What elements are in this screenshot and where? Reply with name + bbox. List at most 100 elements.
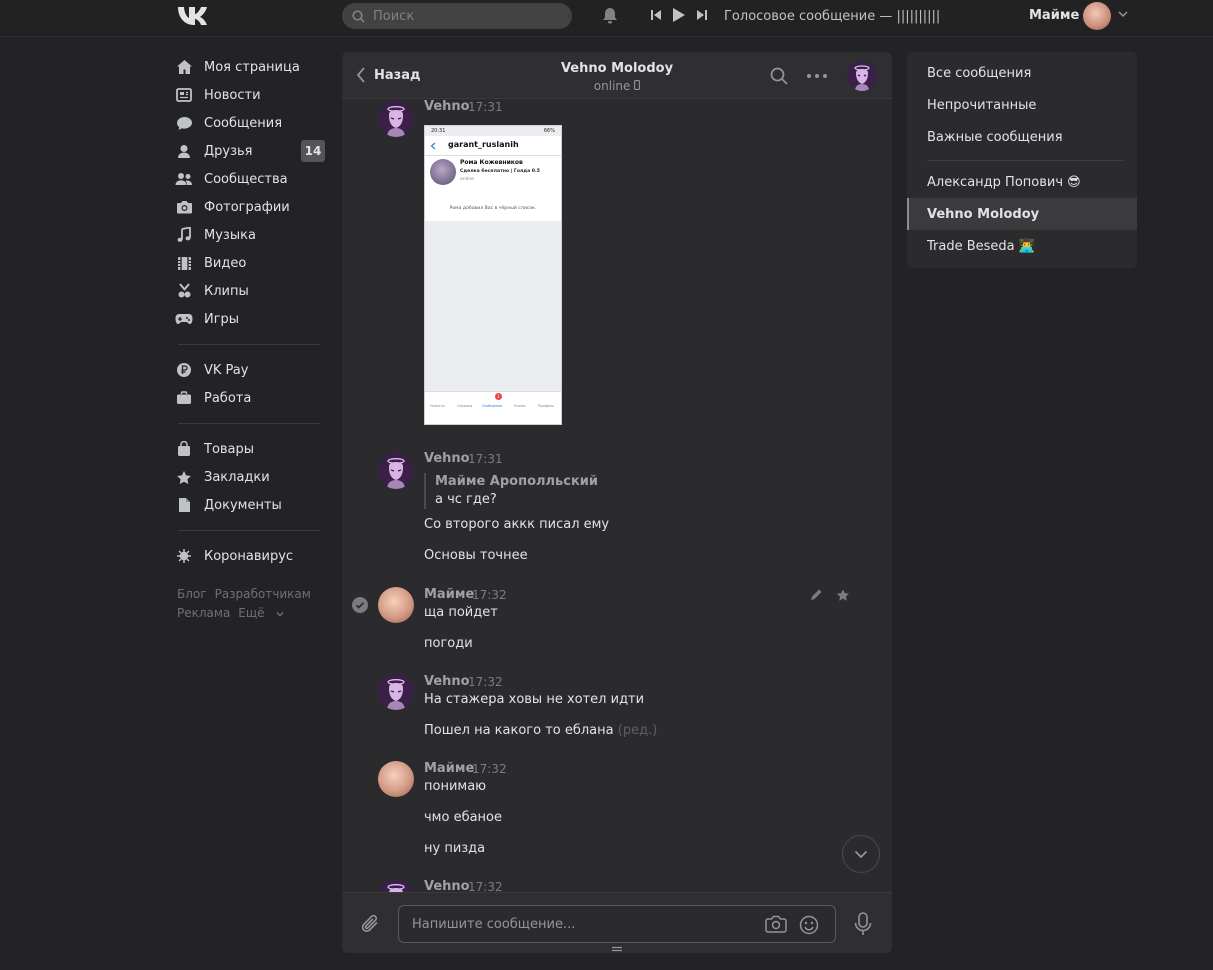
nav-label: Игры xyxy=(204,311,240,327)
nav-item-messages[interactable]: Сообщения xyxy=(175,109,325,137)
nav-label: Сообщества xyxy=(204,171,288,187)
sidebar-footer: Блог Разработчикам Реклама Ещё xyxy=(177,585,327,623)
search-icon[interactable] xyxy=(770,67,788,85)
shot-profile-status: online xyxy=(460,177,475,182)
nav-item-goods[interactable]: Товары xyxy=(175,435,325,463)
friends-count-badge: 14 xyxy=(301,140,325,162)
news-icon xyxy=(176,88,192,102)
camera-icon xyxy=(176,201,192,214)
avatar[interactable] xyxy=(378,453,414,489)
nav-item-coronavirus[interactable]: Коронавирус xyxy=(175,542,325,570)
user-name[interactable]: Майме xyxy=(1029,8,1079,23)
next-icon[interactable] xyxy=(696,9,708,21)
nav-item-photos[interactable]: Фотографии xyxy=(175,193,325,221)
message-group: Vehno 17:31 Майме Арополльский а чс где?… xyxy=(342,451,892,571)
quoted-message[interactable]: Майме Арополльский а чс где? xyxy=(424,473,598,509)
nav-item-news[interactable]: Новости xyxy=(175,81,325,109)
shot-back-icon xyxy=(430,142,436,150)
nav-item-games[interactable]: Игры xyxy=(175,305,325,333)
player-track-title[interactable]: Голосовое сообщение — ||||||||||||||||..… xyxy=(724,9,939,24)
nav-item-communities[interactable]: Сообщества xyxy=(175,165,325,193)
nav-item-bookmarks[interactable]: Закладки xyxy=(175,463,325,491)
image-attachment[interactable]: 20:31 66% garant_ruslanih Рома Кожевнико… xyxy=(424,125,562,425)
message-time[interactable]: 17:31 xyxy=(468,100,503,114)
scroll-down-button[interactable] xyxy=(842,835,880,873)
message-time[interactable]: 17:31 xyxy=(468,452,503,466)
menu-important[interactable]: Важные сообщения xyxy=(907,121,1137,153)
footer-link-blog[interactable]: Блог xyxy=(177,587,207,601)
message-history[interactable]: Vehno 17:31 20:31 66% garant_ruslanih Ро… xyxy=(342,99,892,892)
nav-item-friends[interactable]: Друзья 14 xyxy=(175,137,325,165)
avatar[interactable] xyxy=(378,587,414,623)
footer-more-label: Ещё xyxy=(238,606,265,620)
nav-item-documents[interactable]: Документы xyxy=(175,491,325,519)
left-sidebar: Моя страница Новости Сообщения Друзья 14 … xyxy=(175,53,325,570)
shot-profile-sub: Сделка бесплатно | Голда 0.5 xyxy=(460,169,540,174)
chat-status-text: online xyxy=(593,79,631,93)
message-author[interactable]: Vehno xyxy=(424,99,470,114)
nav-item-work[interactable]: Работа xyxy=(175,384,325,412)
message-author[interactable]: Vehno xyxy=(424,451,470,466)
chat-avatar[interactable] xyxy=(847,61,877,91)
shot-tabbar: Новости Сервисы Сообщения Клипы Профиль … xyxy=(425,391,561,411)
message-author[interactable]: Vehno xyxy=(424,879,470,892)
edited-label[interactable]: (ред.) xyxy=(618,723,658,738)
footer-link-ads[interactable]: Реклама xyxy=(177,606,230,620)
message-input[interactable]: Напишите сообщение... xyxy=(398,905,836,943)
nav-item-my-page[interactable]: Моя страница xyxy=(175,53,325,81)
avatar[interactable] xyxy=(378,674,414,710)
message-time[interactable]: 17:32 xyxy=(472,588,507,602)
nav-item-clips[interactable]: Клипы xyxy=(175,277,325,305)
footer-link-more[interactable]: Ещё xyxy=(238,606,284,620)
menu-unread[interactable]: Непрочитанные xyxy=(907,89,1137,121)
message-author[interactable]: Майме xyxy=(424,587,474,602)
nav-label: Коронавирус xyxy=(204,548,294,564)
message-text: ща пойдет xyxy=(424,605,498,620)
more-icon[interactable] xyxy=(807,74,827,78)
prev-icon[interactable] xyxy=(650,9,662,21)
footer-link-dev[interactable]: Разработчикам xyxy=(215,587,311,601)
message-author[interactable]: Майме xyxy=(424,761,474,776)
menu-divider xyxy=(927,160,1123,161)
message-author[interactable]: Vehno xyxy=(424,674,470,689)
message-time[interactable]: 17:32 xyxy=(472,762,507,776)
message-group: Майме 17:32 понимаю чмо ебаное ну пизда xyxy=(342,761,892,861)
menu-all-messages[interactable]: Все сообщения xyxy=(907,57,1137,89)
camera-icon[interactable] xyxy=(765,915,787,933)
pencil-icon[interactable] xyxy=(809,588,823,602)
user-avatar[interactable] xyxy=(1083,2,1111,30)
avatar[interactable] xyxy=(378,879,414,892)
play-icon[interactable] xyxy=(672,7,686,23)
document-icon xyxy=(178,498,190,512)
star-icon[interactable] xyxy=(836,588,850,602)
message-time[interactable]: 17:32 xyxy=(468,880,503,892)
chevron-down-icon[interactable] xyxy=(1118,10,1128,18)
search-input[interactable]: Поиск xyxy=(342,3,572,29)
shot-tab: Клипы xyxy=(514,404,526,408)
microphone-icon[interactable] xyxy=(854,912,872,936)
shot-battery: 66% xyxy=(543,128,555,134)
check-circle-icon[interactable] xyxy=(352,597,368,613)
message-text: Со второго аккк писал ему xyxy=(424,517,610,532)
menu-label: Непрочитанные xyxy=(927,97,1037,113)
vkpay-icon xyxy=(177,363,191,377)
bell-icon[interactable] xyxy=(600,6,620,26)
emoji-icon[interactable] xyxy=(799,915,819,935)
resize-handle-icon[interactable] xyxy=(611,946,623,952)
vk-logo-icon[interactable] xyxy=(177,5,211,27)
avatar[interactable] xyxy=(378,761,414,797)
message-time[interactable]: 17:32 xyxy=(468,675,503,689)
menu-label: Важные сообщения xyxy=(927,129,1063,145)
shot-profile-name: Рома Кожевников xyxy=(460,159,523,166)
avatar[interactable] xyxy=(378,101,414,137)
shot-tab: Новости xyxy=(430,404,445,408)
conversation-item[interactable]: Trade Beseda 👨‍💻 xyxy=(907,230,1137,262)
nav-item-music[interactable]: Музыка xyxy=(175,221,325,249)
attach-icon[interactable] xyxy=(360,913,382,935)
nav-item-vkpay[interactable]: VK Pay xyxy=(175,356,325,384)
home-icon xyxy=(176,60,192,74)
conversation-item[interactable]: Александр Попович 😎 xyxy=(907,166,1137,198)
nav-item-video[interactable]: Видео xyxy=(175,249,325,277)
conversation-item-selected[interactable]: Vehno Molodoy xyxy=(907,198,1137,230)
nav-label: Закладки xyxy=(204,469,270,485)
